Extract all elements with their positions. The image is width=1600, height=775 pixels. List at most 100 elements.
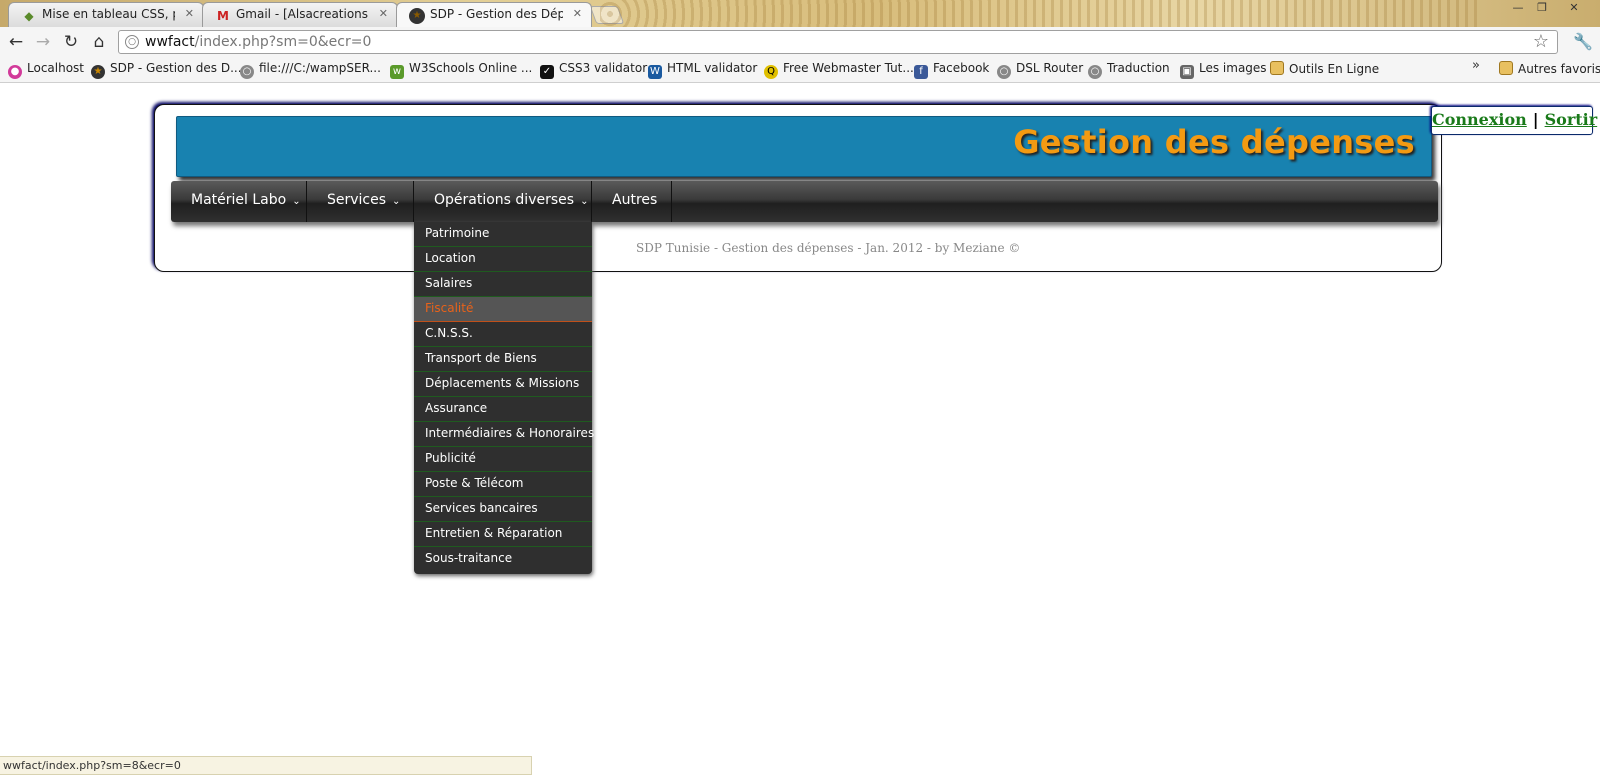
tab-sdp-active[interactable]: ★ SDP - Gestion des Dépenses ✕ — [396, 2, 592, 27]
bookmark-label: Facebook — [933, 61, 990, 75]
bookmark-label: SDP - Gestion des D... — [110, 61, 242, 75]
bookmark-sdp[interactable]: ★ SDP - Gestion des D... — [91, 61, 242, 79]
gmail-icon: M — [217, 9, 229, 23]
close-icon[interactable]: ✕ — [185, 3, 194, 25]
wrench-icon[interactable]: 🔧 — [1573, 32, 1593, 51]
address-path: /index.php?sm=0&ecr=0 — [194, 34, 372, 50]
bookmark-label: Traduction — [1107, 61, 1170, 75]
facebook-icon: f — [914, 65, 928, 79]
tab-label: Gmail - [Alsacreations] Insc — [236, 7, 369, 21]
w3schools-icon: w — [390, 65, 404, 79]
tab-alsacreations[interactable]: ◆ Mise en tableau CSS, problè ✕ — [8, 2, 204, 27]
auth-box: Connexion | Sortir — [1431, 106, 1597, 135]
bookmark-facebook[interactable]: f Facebook — [914, 61, 989, 79]
bookmark-traduction[interactable]: ○ Traduction — [1088, 61, 1170, 79]
submenu-item-transport-de-biens[interactable]: Transport de Biens — [414, 347, 592, 372]
restore-icon[interactable]: ❐ — [1531, 1, 1553, 16]
webmaster-icon: Q — [764, 65, 778, 79]
browser-titlebar: ◆ Mise en tableau CSS, problè ✕ M Gmail … — [0, 0, 1600, 27]
submenu-item-deplacements-missions[interactable]: Déplacements & Missions — [414, 372, 592, 397]
globe-icon: ○ — [1088, 65, 1102, 79]
menu-item-operations-diverses[interactable]: Opérations diverses ⌄ — [414, 181, 592, 222]
submenu-item-assurance[interactable]: Assurance — [414, 397, 592, 422]
image-icon: ▣ — [1180, 65, 1194, 79]
star-badge-icon: ★ — [91, 65, 105, 79]
menu-item-materiel-labo[interactable]: Matériel Labo ⌄ — [171, 181, 307, 222]
menu-item-autres[interactable]: Autres — [592, 181, 672, 222]
browser-toolbar: ← → ↻ ⌂ ○ wwfact/index.php?sm=0&ecr=0 ☆ … — [0, 27, 1600, 57]
bookmark-outils-en-ligne[interactable]: Outils En Ligne — [1270, 61, 1379, 76]
auth-separator: | — [1532, 110, 1539, 129]
bookmark-label: Free Webmaster Tut... — [783, 61, 914, 75]
minimize-icon[interactable]: — — [1507, 1, 1529, 16]
submenu-item-poste-telecom[interactable]: Poste & Télécom — [414, 472, 592, 497]
submenu-item-cnss[interactable]: C.N.S.S. — [414, 322, 592, 347]
bookmark-autres-favoris[interactable]: Autres favoris — [1499, 61, 1600, 76]
alsacreations-icon: ◆ — [24, 9, 34, 23]
new-tab-button[interactable] — [589, 6, 625, 24]
w3c-icon: W — [648, 65, 662, 79]
footer-credit: SDP Tunisie - Gestion des dépenses - Jan… — [636, 241, 1021, 255]
address-url: wwfact/index.php?sm=0&ecr=0 — [145, 34, 371, 50]
chevron-down-icon: ⌄ — [392, 196, 401, 207]
status-bar: wwfact/index.php?sm=8&ecr=0 — [0, 756, 532, 775]
menu-label: Autres — [612, 192, 658, 208]
submenu-item-services-bancaires[interactable]: Services bancaires — [414, 497, 592, 522]
bookmark-label: Localhost — [27, 61, 85, 75]
submenu-operations-diverses: Patrimoine Location Salaires Fiscalité C… — [414, 222, 594, 574]
forward-icon[interactable]: → — [33, 32, 53, 52]
submenu-item-publicite[interactable]: Publicité — [414, 447, 592, 472]
submenu-item-salaires[interactable]: Salaires — [414, 272, 592, 297]
window-close-icon[interactable]: ✕ — [1563, 1, 1585, 16]
chevron-down-icon: ⌄ — [580, 196, 589, 207]
submenu-item-entretien-reparation[interactable]: Entretien & Réparation — [414, 522, 592, 547]
address-bar[interactable]: ○ wwfact/index.php?sm=0&ecr=0 ☆ — [118, 30, 1558, 54]
close-icon[interactable]: ✕ — [573, 3, 582, 25]
tab-label: SDP - Gestion des Dépenses — [430, 7, 563, 21]
menu-label: Opérations diverses — [434, 192, 575, 208]
connexion-link[interactable]: Connexion — [1432, 110, 1527, 129]
tab-gmail[interactable]: M Gmail - [Alsacreations] Insc ✕ — [202, 2, 398, 27]
close-icon[interactable]: ✕ — [379, 3, 388, 25]
bookmark-localhost[interactable]: ● Localhost — [8, 61, 84, 79]
bookmark-label: Autres favoris — [1518, 62, 1600, 76]
bookmark-label: file:///C:/wampSER... — [259, 61, 381, 75]
localhost-icon: ● — [8, 65, 22, 79]
menu-label: Matériel Labo — [191, 192, 287, 208]
bookmark-les-images[interactable]: ▣ Les images — [1180, 61, 1267, 79]
bookmark-html-validator[interactable]: W HTML validator — [648, 61, 757, 79]
submenu-item-fiscalite[interactable]: Fiscalité — [414, 297, 592, 322]
bookmark-free-webmaster[interactable]: Q Free Webmaster Tut... — [764, 61, 914, 79]
bookmark-css3-validator[interactable]: ✓ CSS3 validator — [540, 61, 647, 79]
bookmark-label: HTML validator — [667, 61, 758, 75]
address-host: wwfact — [145, 34, 195, 50]
bookmarks-bar: ● Localhost ★ SDP - Gestion des D... ○ file… — [0, 57, 1600, 83]
globe-icon: ○ — [240, 65, 254, 79]
folder-icon — [1270, 61, 1284, 75]
bookmarks-overflow-chevron[interactable]: » — [1472, 58, 1480, 73]
star-badge-icon: ★ — [409, 8, 425, 24]
folder-icon — [1499, 61, 1513, 75]
submenu-item-sous-traitance[interactable]: Sous-traitance — [414, 547, 592, 572]
bookmark-star-icon[interactable]: ☆ — [1533, 31, 1549, 52]
sortir-link[interactable]: Sortir — [1545, 110, 1598, 129]
home-icon[interactable]: ⌂ — [89, 32, 109, 52]
submenu-item-patrimoine[interactable]: Patrimoine — [414, 222, 592, 247]
menu-label: Services — [327, 192, 387, 208]
bookmark-file[interactable]: ○ file:///C:/wampSER... — [240, 61, 381, 79]
globe-icon: ○ — [125, 35, 139, 49]
back-icon[interactable]: ← — [6, 32, 26, 52]
bookmark-label: W3Schools Online ... — [409, 61, 533, 75]
validator-icon: ✓ — [540, 65, 554, 79]
bookmark-dsl-router[interactable]: ○ DSL Router — [997, 61, 1083, 79]
bookmark-label: Les images — [1199, 61, 1267, 75]
submenu-item-intermediaires-honoraires[interactable]: Intermédiaires & Honoraires — [414, 422, 594, 447]
menu-item-services[interactable]: Services ⌄ — [307, 181, 414, 222]
chevron-down-icon: ⌄ — [292, 196, 301, 207]
bookmark-label: Outils En Ligne — [1289, 62, 1380, 76]
bookmark-w3schools[interactable]: w W3Schools Online ... — [390, 61, 532, 79]
page-title: Gestion des dépenses — [1013, 123, 1415, 161]
reload-icon[interactable]: ↻ — [61, 32, 81, 52]
submenu-item-location[interactable]: Location — [414, 247, 592, 272]
main-menu: Matériel Labo ⌄ Services ⌄ Opérations dive… — [171, 181, 1438, 222]
